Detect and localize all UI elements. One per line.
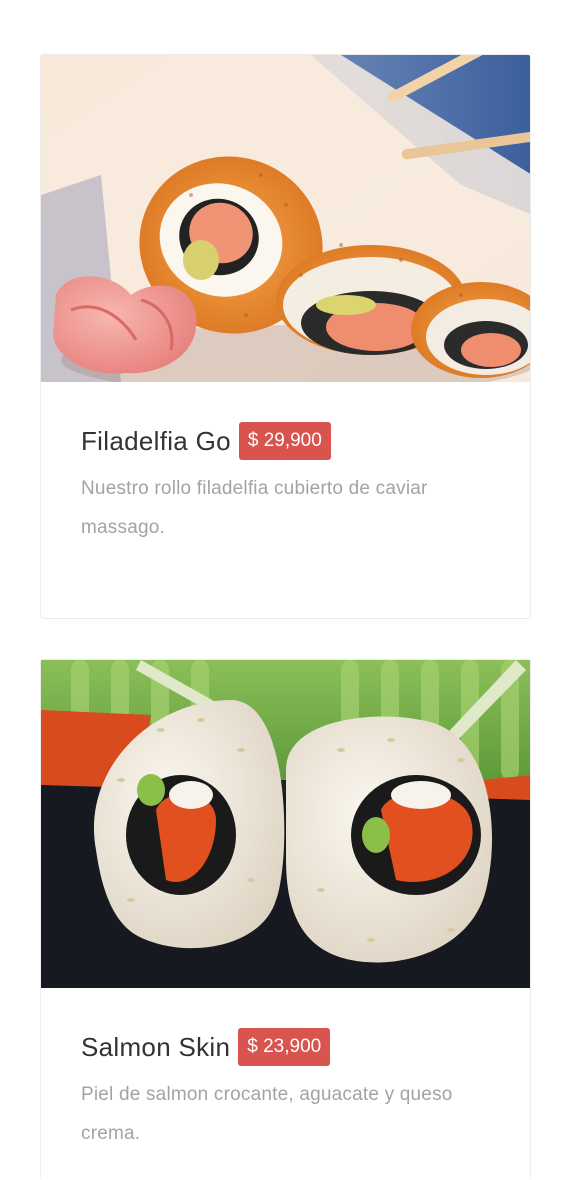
price-badge: $ 23,900 <box>238 1028 331 1066</box>
title-row: Filadelfia Go $ 29,900 <box>81 421 490 461</box>
menu-item-card[interactable]: Filadelfia Go $ 29,900 Nuestro rollo fil… <box>40 54 531 619</box>
dish-photo[interactable] <box>41 660 530 988</box>
dish-name[interactable]: Salmon Skin <box>81 1032 230 1063</box>
menu-item-card[interactable]: Salmon Skin $ 23,900 Piel de salmon croc… <box>40 659 531 1180</box>
dish-description: Piel de salmon crocante, aguacate y ques… <box>81 1084 453 1144</box>
card-body: Salmon Skin $ 23,900 Piel de salmon croc… <box>41 988 530 1153</box>
dish-description: Nuestro rollo filadelfia cubierto de cav… <box>81 478 428 538</box>
card-body: Filadelfia Go $ 29,900 Nuestro rollo fil… <box>41 382 530 547</box>
menu-list: Filadelfia Go $ 29,900 Nuestro rollo fil… <box>40 54 531 1180</box>
dish-name[interactable]: Filadelfia Go <box>81 426 231 457</box>
dish-photo[interactable] <box>41 55 530 382</box>
price-badge: $ 29,900 <box>238 422 331 460</box>
title-row: Salmon Skin $ 23,900 <box>81 1027 490 1067</box>
